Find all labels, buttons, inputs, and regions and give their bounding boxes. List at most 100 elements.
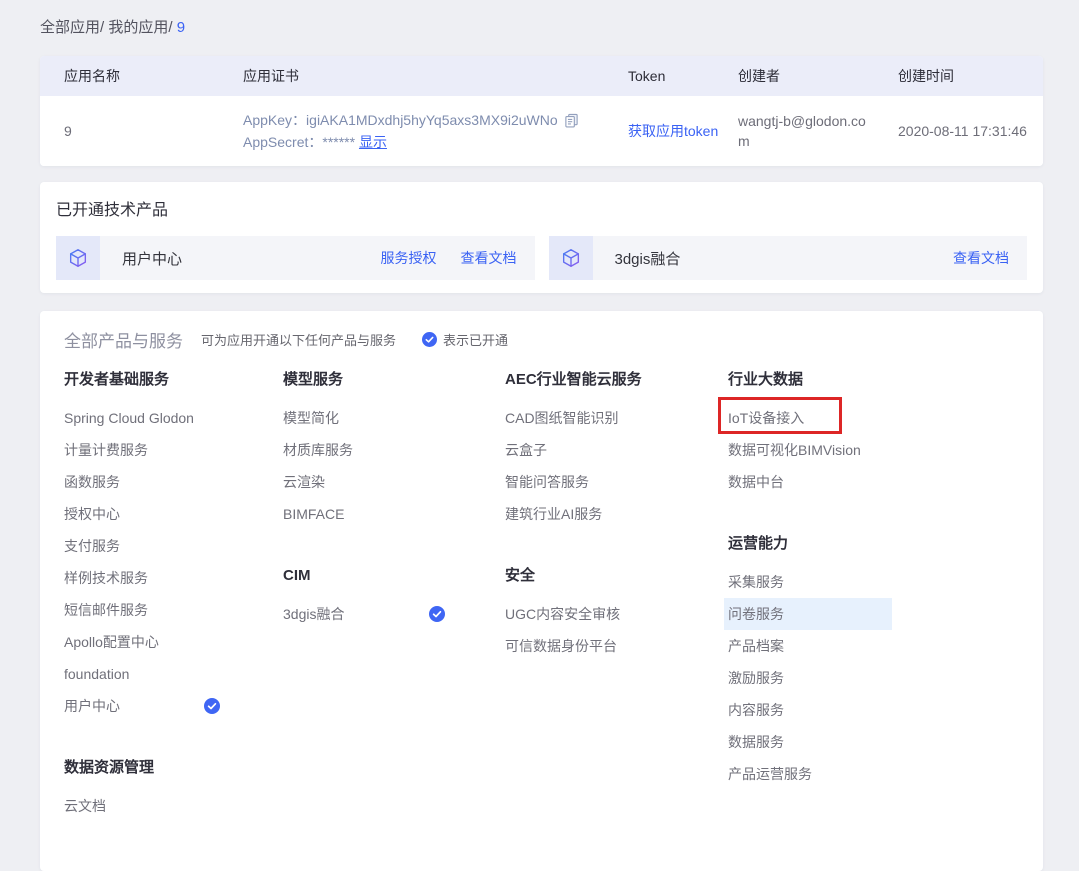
product-item[interactable]: CAD图纸智能识别 xyxy=(505,402,728,434)
group-title: CIM xyxy=(283,560,505,592)
group-title: 开发者基础服务 xyxy=(64,364,283,396)
group-title: AEC行业智能云服务 xyxy=(505,364,728,396)
product-item[interactable]: 云渲染 xyxy=(283,466,505,498)
product-item[interactable]: 数据可视化BIMVision xyxy=(728,434,1019,466)
appkey-line: AppKey：igiAKA1MDxdhj5hyYq5axs3MX9i2uWNo xyxy=(243,109,628,131)
product-item[interactable]: 材质库服务 xyxy=(283,434,505,466)
check-icon xyxy=(204,698,220,714)
product-item[interactable]: 数据中台 xyxy=(728,466,1019,498)
product-item[interactable]: 计量计费服务 xyxy=(64,434,283,466)
app-name-cell: 9 xyxy=(40,123,243,139)
group-title: 安全 xyxy=(505,560,728,592)
group-data-resource: 数据资源管理 云文档 xyxy=(64,752,283,822)
view-docs-link[interactable]: 查看文档 xyxy=(461,248,517,268)
cube-icon xyxy=(549,236,593,280)
app-table-panel: 应用名称 应用证书 Token 创建者 创建时间 9 AppKey：igiAKA… xyxy=(40,56,1043,166)
breadcrumb-separator: / xyxy=(168,19,176,36)
group-industry-bigdata: 行业大数据 IoT设备接入 数据可视化BIMVision 数据中台 xyxy=(728,364,1019,498)
group-title: 数据资源管理 xyxy=(64,752,283,784)
product-card-user-center: 用户中心 服务授权 查看文档 xyxy=(56,236,535,280)
service-auth-link[interactable]: 服务授权 xyxy=(381,248,437,268)
col-header-creator: 创建者 xyxy=(738,66,898,86)
product-item[interactable]: 产品档案 xyxy=(728,630,1019,662)
activated-products-cards: 用户中心 服务授权 查看文档 3dgis融合 查看文档 xyxy=(56,236,1027,280)
product-item[interactable]: 激励服务 xyxy=(728,662,1019,694)
view-docs-link[interactable]: 查看文档 xyxy=(953,248,1009,268)
created-time-cell: 2020-08-11 17:31:46 xyxy=(898,123,1043,139)
col-header-app-name: 应用名称 xyxy=(40,66,243,86)
page: 全部应用/ 我的应用/ 9 应用名称 应用证书 Token 创建者 创建时间 9… xyxy=(0,0,1079,871)
legend: 表示已开通 xyxy=(422,330,508,349)
breadcrumb-current-app: 9 xyxy=(177,19,185,36)
product-item[interactable]: UGC内容安全审核 xyxy=(505,598,728,630)
group-aec-cloud: AEC行业智能云服务 CAD图纸智能识别 云盒子 智能问答服务 建筑行业AI服务 xyxy=(505,364,728,530)
copy-icon[interactable] xyxy=(564,113,579,128)
product-item-user-center[interactable]: 用户中心 xyxy=(64,690,283,722)
group-title: 模型服务 xyxy=(283,364,505,396)
group-title: 运营能力 xyxy=(728,528,1019,560)
appsecret-label: AppSecret： xyxy=(243,131,322,153)
all-products-subtitle: 可为应用开通以下任何产品与服务 xyxy=(201,330,396,349)
activated-products-title: 已开通技术产品 xyxy=(56,196,1027,220)
group-dev-basic: 开发者基础服务 Spring Cloud Glodon 计量计费服务 函数服务 … xyxy=(64,364,283,722)
legend-text: 表示已开通 xyxy=(443,330,508,349)
product-item[interactable]: 产品运营服务 xyxy=(728,758,1019,790)
product-item[interactable]: 授权中心 xyxy=(64,498,283,530)
product-item-survey-highlighted[interactable]: 问卷服务 xyxy=(724,598,892,630)
breadcrumb: 全部应用/ 我的应用/ 9 xyxy=(40,16,1043,37)
product-item[interactable]: 数据服务 xyxy=(728,726,1019,758)
product-item-label: IoT设备接入 xyxy=(728,410,804,426)
product-item-3dgis[interactable]: 3dgis融合 xyxy=(283,598,505,630)
col-header-app-cert: 应用证书 xyxy=(243,66,628,86)
breadcrumb-my-apps[interactable]: 我的应用 xyxy=(108,19,168,36)
catalog-column-1: 开发者基础服务 Spring Cloud Glodon 计量计费服务 函数服务 … xyxy=(64,364,283,822)
all-products-title: 全部产品与服务 xyxy=(64,327,183,352)
app-cert-cell: AppKey：igiAKA1MDxdhj5hyYq5axs3MX9i2uWNo … xyxy=(243,109,628,153)
catalog-column-4: 行业大数据 IoT设备接入 数据可视化BIMVision 数据中台 运营能力 采… xyxy=(728,364,1019,822)
product-item[interactable]: 建筑行业AI服务 xyxy=(505,498,728,530)
activated-products-panel: 已开通技术产品 用户中心 服务授权 查看文档 xyxy=(40,182,1043,293)
product-item[interactable]: 云盒子 xyxy=(505,434,728,466)
product-item[interactable]: 智能问答服务 xyxy=(505,466,728,498)
group-security: 安全 UGC内容安全审核 可信数据身份平台 xyxy=(505,560,728,662)
creator-cell: wangtj-b@glodon.com xyxy=(738,111,898,151)
group-cim: CIM 3dgis融合 xyxy=(283,560,505,630)
group-title: 行业大数据 xyxy=(728,364,1019,396)
group-operation: 运营能力 采集服务 问卷服务 产品档案 激励服务 内容服务 数据服务 产品运营服… xyxy=(728,528,1019,790)
product-item[interactable]: 云文档 xyxy=(64,790,283,822)
product-item[interactable]: 采集服务 xyxy=(728,566,1019,598)
all-products-header: 全部产品与服务 可为应用开通以下任何产品与服务 表示已开通 xyxy=(64,327,1019,352)
table-row: 9 AppKey：igiAKA1MDxdhj5hyYq5axs3MX9i2uWN… xyxy=(40,96,1043,166)
product-card-name: 3dgis融合 xyxy=(615,248,681,269)
product-item[interactable]: 函数服务 xyxy=(64,466,283,498)
product-item[interactable]: foundation xyxy=(64,658,283,690)
all-products-panel: 全部产品与服务 可为应用开通以下任何产品与服务 表示已开通 开发者基础服务 Sp… xyxy=(40,311,1043,871)
catalog-grid: 开发者基础服务 Spring Cloud Glodon 计量计费服务 函数服务 … xyxy=(64,364,1019,822)
check-icon xyxy=(422,332,437,347)
check-icon xyxy=(429,606,445,622)
col-header-token: Token xyxy=(628,68,738,84)
appkey-label: AppKey： xyxy=(243,109,306,131)
product-item[interactable]: Spring Cloud Glodon xyxy=(64,402,283,434)
show-secret-link[interactable]: 显示 xyxy=(359,131,387,153)
product-item[interactable]: BIMFACE xyxy=(283,498,505,530)
appsecret-line: AppSecret：****** 显示 xyxy=(243,131,628,153)
product-item[interactable]: 可信数据身份平台 xyxy=(505,630,728,662)
get-token-link[interactable]: 获取应用token xyxy=(628,123,718,139)
product-item[interactable]: 短信邮件服务 xyxy=(64,594,283,626)
catalog-column-3: AEC行业智能云服务 CAD图纸智能识别 云盒子 智能问答服务 建筑行业AI服务… xyxy=(505,364,728,822)
appsecret-masked: ****** xyxy=(322,131,355,153)
product-item[interactable]: 样例技术服务 xyxy=(64,562,283,594)
col-header-created-time: 创建时间 xyxy=(898,66,1043,86)
product-item[interactable]: 内容服务 xyxy=(728,694,1019,726)
product-card-3dgis: 3dgis融合 查看文档 xyxy=(549,236,1028,280)
product-item-label: 用户中心 xyxy=(64,698,120,714)
product-item-iot[interactable]: IoT设备接入 xyxy=(728,402,1019,434)
product-item[interactable]: 支付服务 xyxy=(64,530,283,562)
breadcrumb-all-apps[interactable]: 全部应用 xyxy=(40,19,100,36)
product-item-label: 3dgis融合 xyxy=(283,606,344,622)
product-item[interactable]: 模型简化 xyxy=(283,402,505,434)
product-item[interactable]: Apollo配置中心 xyxy=(64,626,283,658)
group-model-service: 模型服务 模型简化 材质库服务 云渲染 BIMFACE xyxy=(283,364,505,530)
catalog-column-2: 模型服务 模型简化 材质库服务 云渲染 BIMFACE CIM 3dgis融合 xyxy=(283,364,505,822)
